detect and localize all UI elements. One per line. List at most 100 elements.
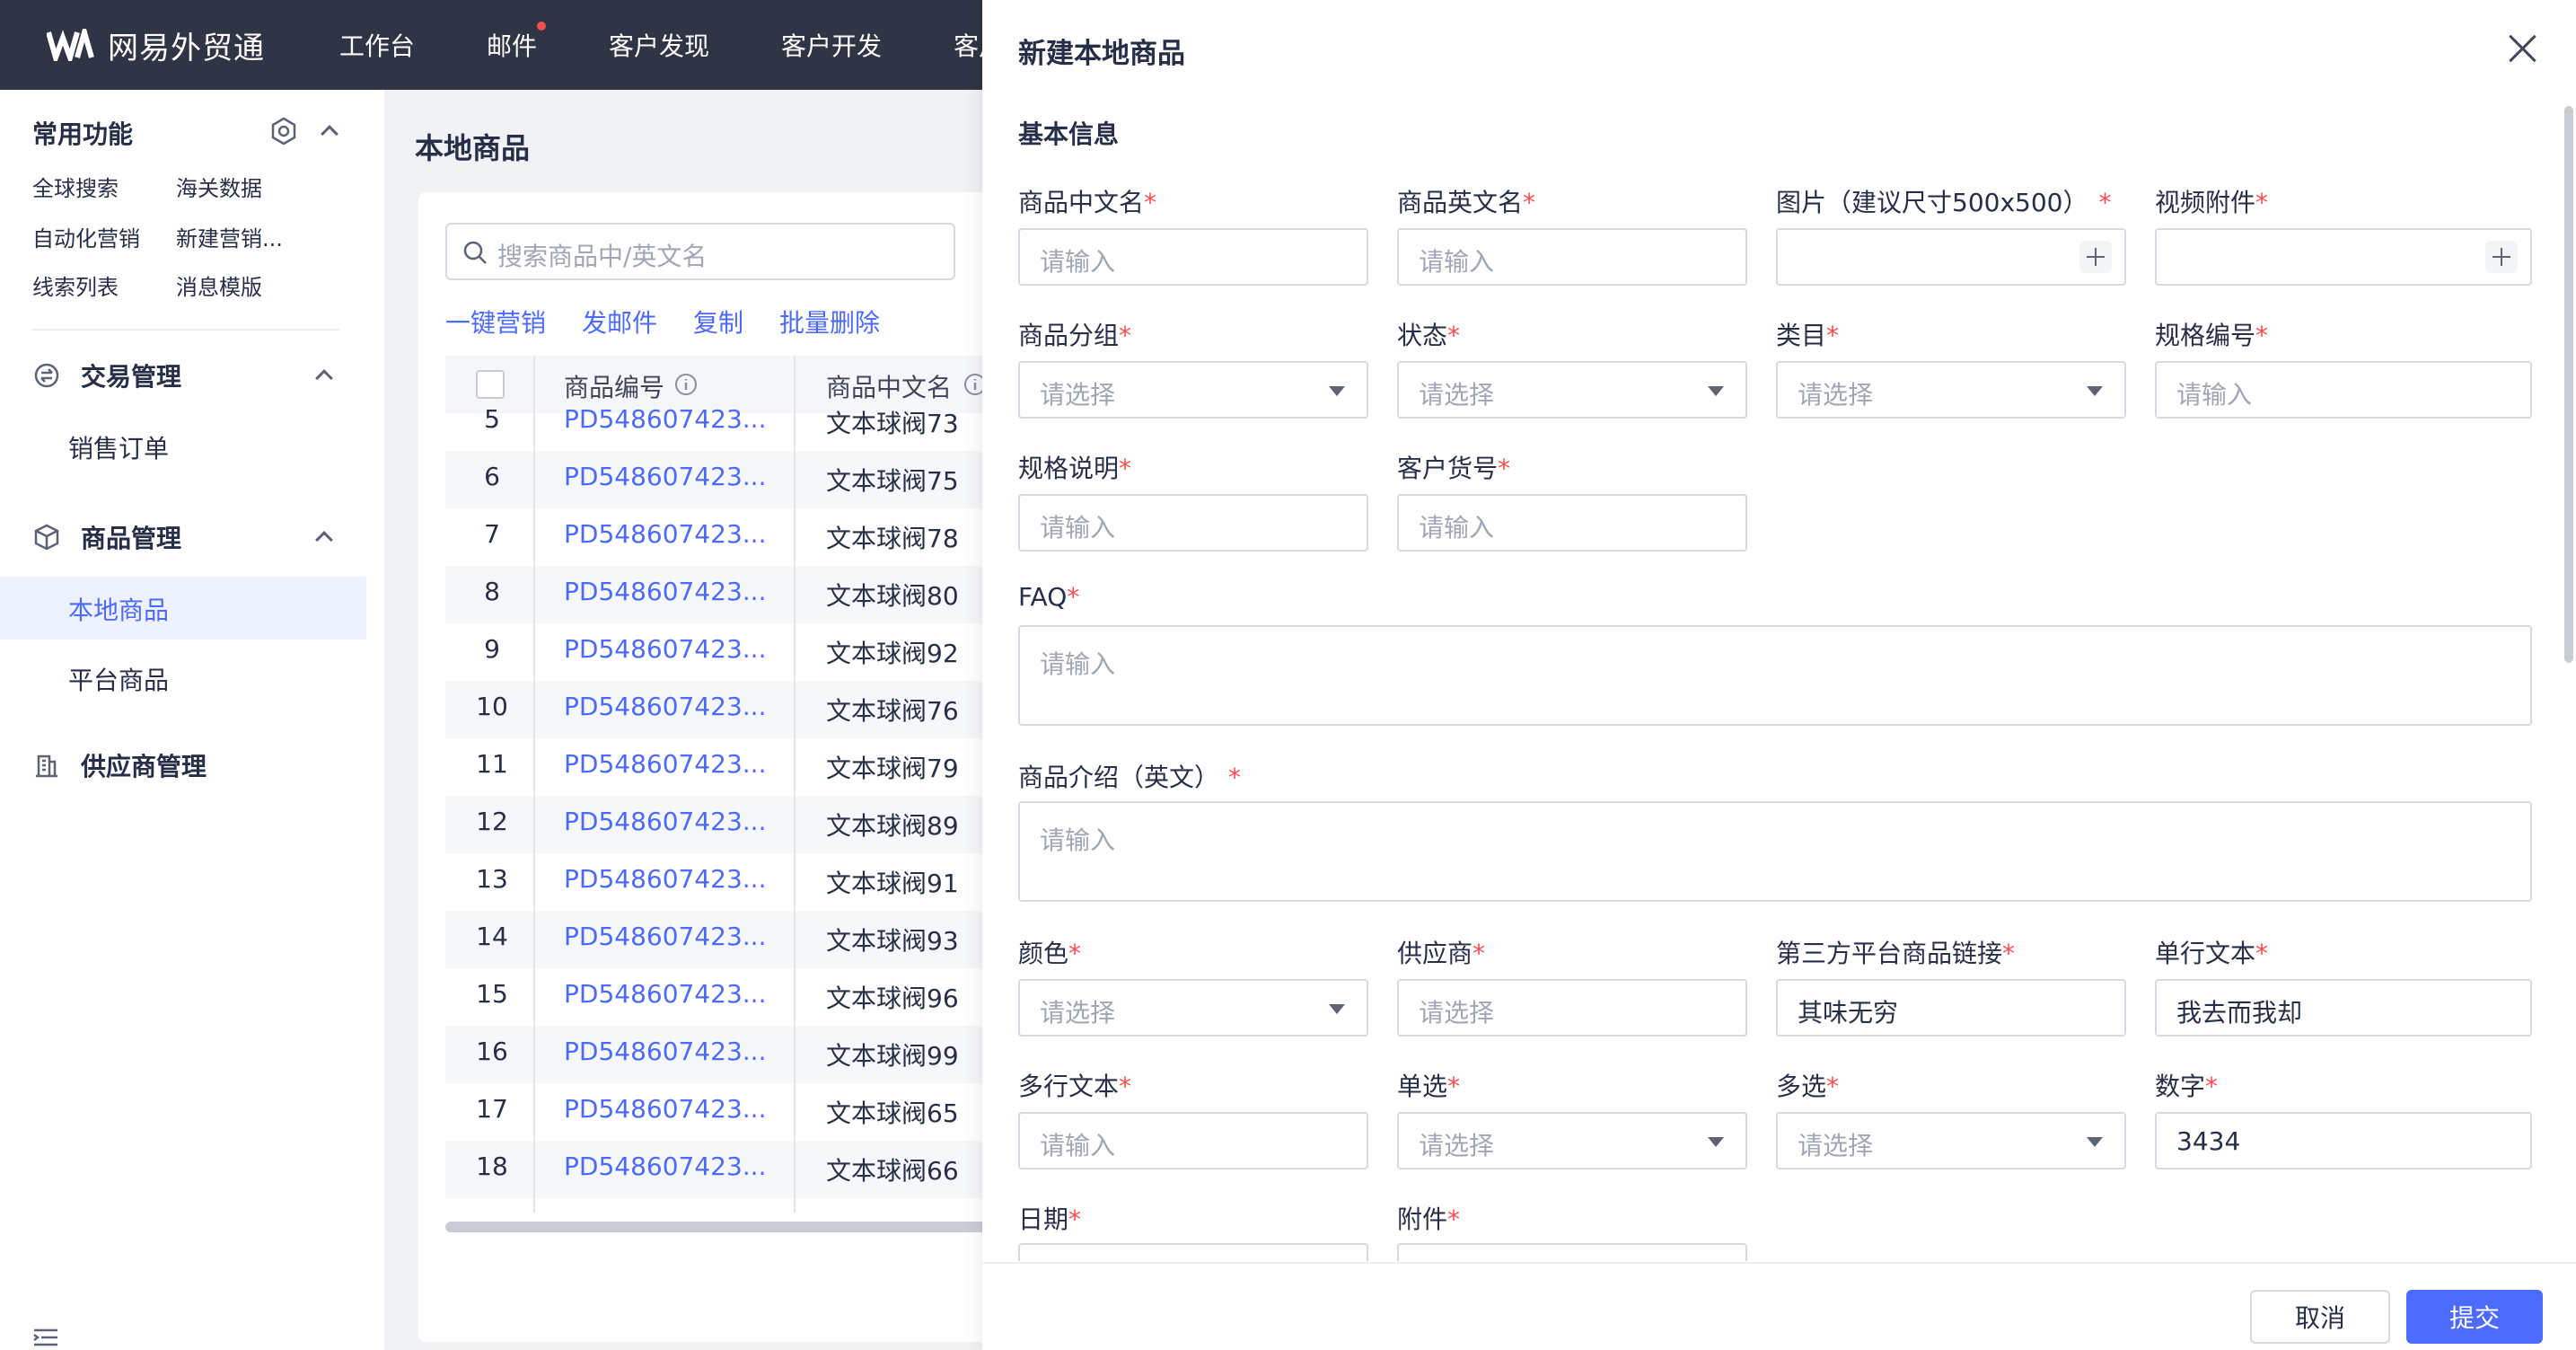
quick-link-auto-marketing[interactable]: 自动化营销 [32,221,140,252]
single-select[interactable]: 请选择 [1397,1112,1747,1169]
product-code-link[interactable]: PD548607423... [564,692,766,721]
table-row[interactable]: 6 PD548607423... 文本球阀75 [445,451,993,508]
table-row[interactable]: 9 PD548607423... 文本球阀92 [445,623,993,681]
color-select[interactable]: 请选择 [1018,979,1368,1037]
product-code-link[interactable]: PD548607423... [564,1151,766,1181]
table-row[interactable]: 14 PD548607423... 文本球阀93 [445,911,993,968]
required-mark: * [2255,321,2269,350]
product-code-link[interactable]: PD548607423... [564,922,766,951]
required-mark: * [1523,188,1536,217]
label-image: 图片（建议尺寸500x500） * [1776,183,2111,219]
attachment-upload[interactable] [1397,1243,1747,1261]
category-select[interactable]: 请选择 [1776,361,2126,419]
product-code-link[interactable]: PD548607423... [564,462,766,491]
required-mark: * [1447,1072,1461,1101]
quick-link-new-marketing[interactable]: 新建营销... [176,221,283,252]
name-cn-input[interactable]: 请输入 [1018,228,1368,286]
nav-customer-discovery[interactable]: 客户发现 [609,27,709,63]
close-icon[interactable] [2507,32,2539,65]
product-code-link[interactable]: PD548607423... [564,634,766,664]
multi-text-input[interactable]: 请输入 [1018,1112,1368,1169]
table-row[interactable]: 5 PD548607423... 文本球阀73 [445,393,993,451]
nav-workbench[interactable]: 工作台 [339,27,415,63]
number-input[interactable]: 3434 [2155,1112,2532,1169]
horizontal-scrollbar[interactable] [445,1222,993,1232]
product-code-link[interactable]: PD548607423... [564,519,766,549]
drawer-title: 新建本地商品 [1018,38,1185,70]
label-text: 数字 [2155,1072,2206,1101]
product-code-link[interactable]: PD548607423... [564,864,766,894]
product-code-link[interactable]: PD548607423... [564,807,766,836]
drawer-scrollbar[interactable] [2564,106,2573,663]
product-code-link[interactable]: PD548607423... [564,1094,766,1124]
third-link-input[interactable]: 其味无穷 [1776,979,2126,1037]
single-text-input[interactable]: 我去而我却 [2155,979,2532,1037]
spec-desc-input[interactable]: 请输入 [1018,494,1368,551]
product-code-link[interactable]: PD548607423... [564,404,766,434]
table-row[interactable]: 13 PD548607423... 文本球阀91 [445,853,993,911]
supplier-select[interactable]: 请选择 [1397,979,1747,1037]
sidebar-item-platform-products[interactable]: 平台商品 [68,661,169,697]
sidebar-group-suppliers[interactable]: 供应商管理 [32,747,207,783]
product-code-link[interactable]: PD548607423... [564,1037,766,1066]
sidebar-item-sales-orders[interactable]: 销售订单 [68,429,169,465]
add-image-icon[interactable] [2079,241,2112,273]
table-row[interactable]: 15 PD548607423... 文本球阀96 [445,968,993,1026]
status-select[interactable]: 请选择 [1397,361,1747,419]
app-logo[interactable]: 网易外贸通 [47,22,265,68]
image-upload[interactable] [1776,228,2126,286]
settings-icon[interactable] [269,117,298,146]
table-row[interactable]: 18 PD548607423... 文本球阀66 [445,1141,993,1198]
product-code-link[interactable]: PD548607423... [564,577,766,606]
group-select[interactable]: 请选择 [1018,361,1368,419]
row-index: 18 [476,1151,508,1181]
product-name: 文本球阀89 [826,811,959,841]
product-name: 文本球阀99 [826,1041,959,1071]
column-divider [794,356,796,1213]
search-input[interactable]: 搜索商品中/英文名 [445,223,955,280]
quick-link-leads-list[interactable]: 线索列表 [32,269,119,301]
customer-no-input[interactable]: 请输入 [1397,494,1747,551]
table-row[interactable]: 17 PD548607423... 文本球阀65 [445,1083,993,1141]
batch-delete-button[interactable]: 批量删除 [779,304,880,340]
required-mark: * [1144,188,1157,217]
table-row[interactable]: 8 PD548607423... 文本球阀80 [445,566,993,623]
nav-customer-development[interactable]: 客户开发 [781,27,882,63]
add-video-icon[interactable] [2485,241,2518,273]
sidebar-group-products[interactable]: 商品管理 [32,519,181,555]
date-picker[interactable] [1018,1243,1368,1261]
label-category: 类目* [1776,316,1839,352]
quick-link-message-template[interactable]: 消息模版 [176,269,262,301]
cancel-button[interactable]: 取消 [2250,1290,2390,1344]
quick-link-global-search[interactable]: 全球搜索 [32,171,119,202]
table-row[interactable]: 10 PD548607423... 文本球阀76 [445,681,993,738]
required-mark: * [1067,582,1080,612]
copy-button[interactable]: 复制 [693,304,743,340]
label-name-cn: 商品中文名* [1018,183,1156,219]
intro-en-textarea[interactable]: 请输入 [1018,801,2532,902]
table-row[interactable]: 16 PD548607423... 文本球阀99 [445,1026,993,1083]
table-row[interactable]: 7 PD548607423... 文本球阀78 [445,508,993,566]
product-name: 文本球阀76 [826,696,959,726]
label-text: 规格说明 [1018,454,1120,483]
spec-no-input[interactable]: 请输入 [2155,361,2532,419]
submit-button[interactable]: 提交 [2406,1290,2543,1344]
video-upload[interactable] [2155,228,2532,286]
collapse-sidebar-icon[interactable] [32,1328,59,1347]
name-en-input[interactable]: 请输入 [1397,228,1747,286]
sidebar-item-local-products[interactable]: 本地商品 [68,591,169,627]
row-index: 6 [484,462,500,491]
one-click-marketing-button[interactable]: 一键营销 [445,304,546,340]
product-code-link[interactable]: PD548607423... [564,979,766,1009]
nav-mail[interactable]: 邮件 [487,22,547,63]
placeholder: 请输入 [1040,247,1116,277]
sidebar-group-transactions[interactable]: 交易管理 [32,357,181,393]
table-row[interactable]: 11 PD548607423... 文本球阀79 [445,738,993,796]
quick-link-customs-data[interactable]: 海关数据 [176,171,262,202]
send-email-button[interactable]: 发邮件 [582,304,657,340]
product-name: 文本球阀75 [826,466,959,496]
table-row[interactable]: 12 PD548607423... 文本球阀89 [445,796,993,853]
multi-select[interactable]: 请选择 [1776,1112,2126,1169]
faq-textarea[interactable]: 请输入 [1018,625,2532,726]
product-code-link[interactable]: PD548607423... [564,749,766,779]
